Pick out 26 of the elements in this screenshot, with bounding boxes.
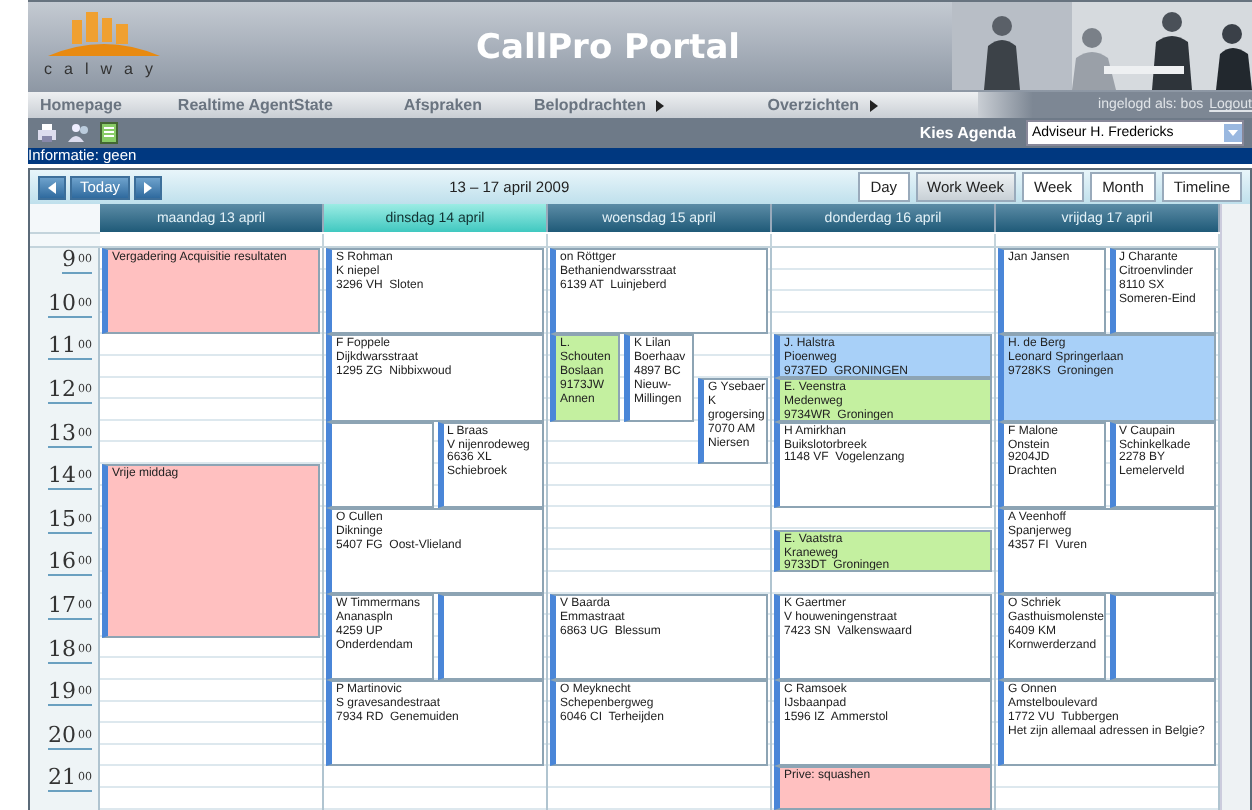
appointment[interactable] — [326, 421, 433, 508]
users-icon[interactable] — [68, 122, 90, 144]
nav-menu-item[interactable]: Homepage — [40, 96, 178, 114]
appointment[interactable] — [437, 594, 544, 681]
all-day-cell[interactable] — [100, 234, 324, 249]
logo-icon — [44, 8, 164, 60]
all-day-cell[interactable] — [996, 234, 1220, 249]
printer-icon[interactable] — [36, 122, 58, 144]
document-icon[interactable] — [100, 122, 118, 144]
scrollbar[interactable] — [1220, 204, 1250, 810]
nav-menu-item[interactable]: Afspraken — [403, 96, 534, 114]
appointment[interactable] — [1109, 594, 1216, 681]
logo-text: calway — [44, 60, 165, 78]
nav-menu-item[interactable]: Belopdrachten — [533, 96, 768, 114]
caret-icon — [1224, 124, 1242, 142]
all-day-cell[interactable] — [548, 234, 772, 249]
right-arrow-icon — [144, 181, 153, 194]
next-button[interactable] — [134, 175, 163, 200]
nav-menu-item[interactable]: Realtime AgentState — [177, 96, 404, 114]
agenda-label: Kies Agenda — [919, 124, 1016, 142]
nav-menu-item[interactable]: Overzichten — [767, 96, 979, 114]
all-day-cell[interactable] — [772, 234, 996, 249]
left-arrow-icon — [48, 181, 56, 194]
previous-button[interactable] — [38, 175, 66, 200]
all-day-cell[interactable] — [324, 234, 548, 249]
portal-title: CallPro Portal — [476, 27, 740, 67]
